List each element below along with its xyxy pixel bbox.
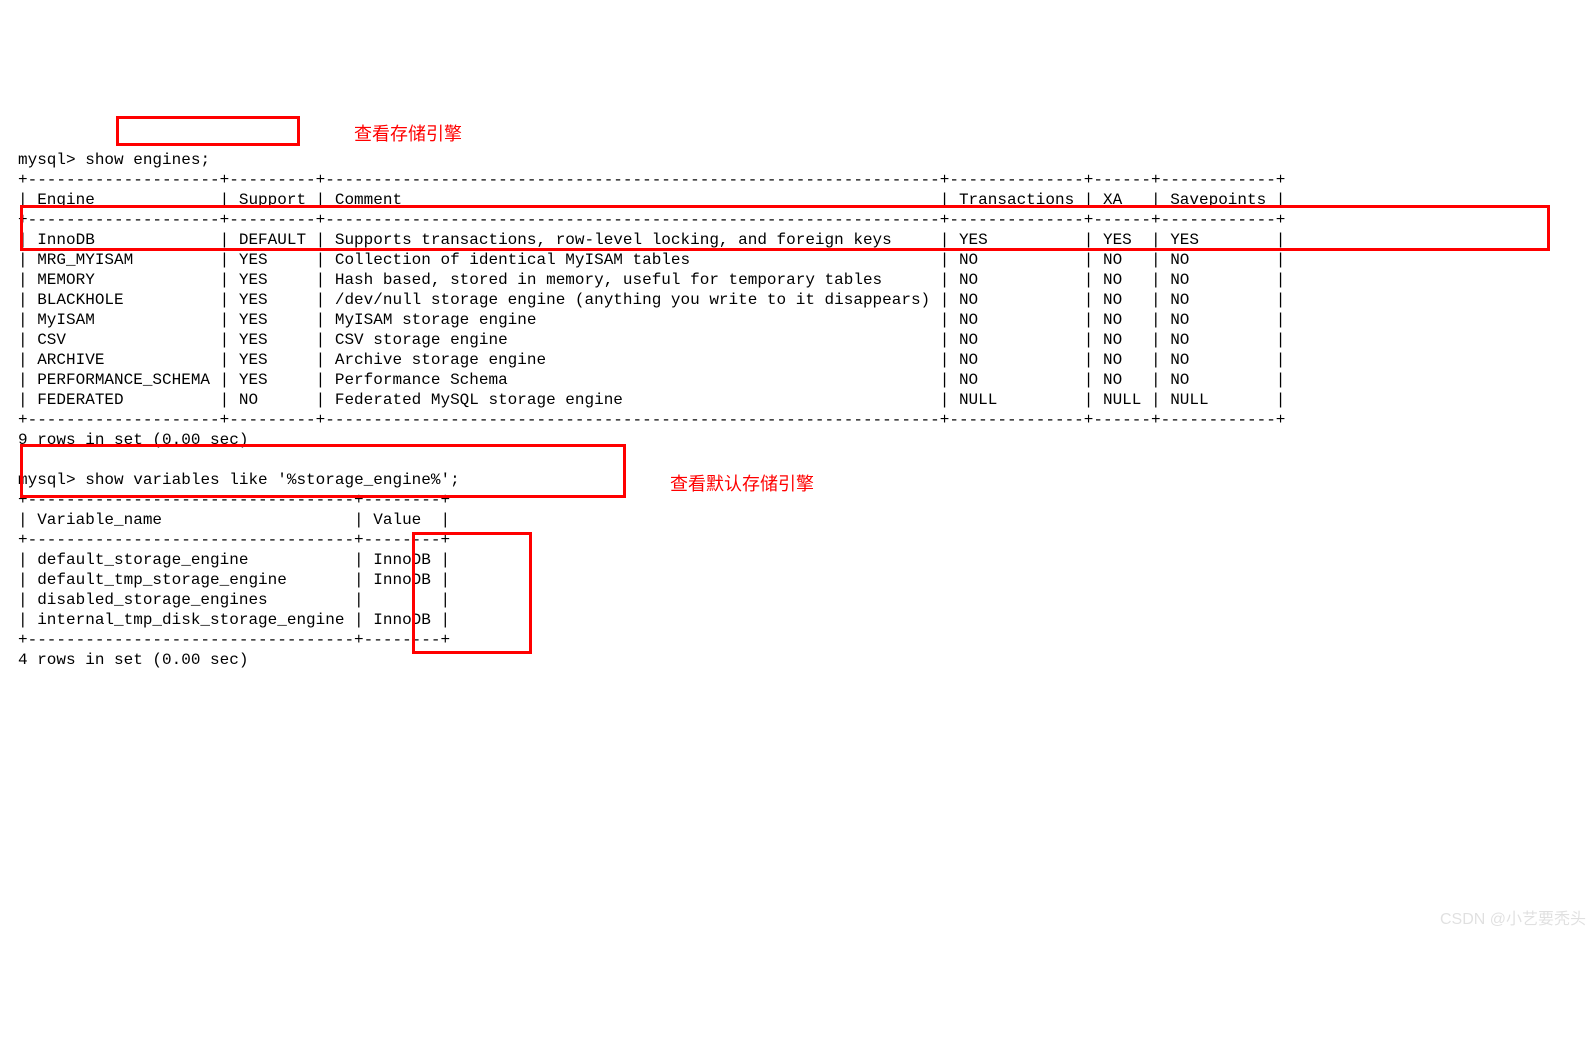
table-border-bottom: +--------------------+---------+--------… (18, 411, 1285, 429)
table-row: | MEMORY | YES | Hash based, stored in m… (18, 271, 1285, 289)
table-row: | default_tmp_storage_engine | InnoDB | (18, 571, 450, 589)
table-row: | FEDERATED | NO | Federated MySQL stora… (18, 391, 1285, 409)
table-row: | ARCHIVE | YES | Archive storage engine… (18, 351, 1285, 369)
mysql-prompt: mysql> (18, 471, 85, 489)
table-header-row: | Engine | Support | Comment | Transacti… (18, 191, 1285, 209)
table-border-mid: +--------------------+---------+--------… (18, 211, 1285, 229)
annotation-default-engine: 查看默认存储引擎 (670, 474, 814, 494)
table-border-top: +----------------------------------+----… (18, 491, 450, 509)
result-summary: 4 rows in set (0.00 sec) (18, 651, 248, 669)
table-row: | MyISAM | YES | MyISAM storage engine |… (18, 311, 1285, 329)
table-border-top: +--------------------+---------+--------… (18, 171, 1285, 189)
table-row: | MRG_MYISAM | YES | Collection of ident… (18, 251, 1285, 269)
annotation-show-engines: 查看存储引擎 (354, 124, 462, 144)
table-row: | default_storage_engine | InnoDB | (18, 551, 450, 569)
table-row: | BLACKHOLE | YES | /dev/null storage en… (18, 291, 1285, 309)
table-border-mid: +----------------------------------+----… (18, 531, 450, 549)
table-row: | PERFORMANCE_SCHEMA | YES | Performance… (18, 371, 1285, 389)
command-show-engines: show engines; (85, 151, 210, 169)
highlight-box-cmd1 (116, 116, 300, 146)
watermark-text: CSDN @小艺要秃头 (1440, 910, 1586, 930)
table-row: | disabled_storage_engines | | (18, 591, 450, 609)
table-row: | CSV | YES | CSV storage engine | NO | … (18, 331, 1285, 349)
mysql-prompt: mysql> (18, 151, 85, 169)
table-row: | InnoDB | DEFAULT | Supports transactio… (18, 231, 1285, 249)
table-header-row: | Variable_name | Value | (18, 511, 450, 529)
table-border-bottom: +----------------------------------+----… (18, 631, 450, 649)
terminal-output: mysql> show engines; +------------------… (0, 100, 1596, 940)
result-summary: 9 rows in set (0.00 sec) (18, 431, 248, 449)
table-row: | internal_tmp_disk_storage_engine | Inn… (18, 611, 450, 629)
command-show-variables: show variables like '%storage_engine%'; (85, 471, 459, 489)
